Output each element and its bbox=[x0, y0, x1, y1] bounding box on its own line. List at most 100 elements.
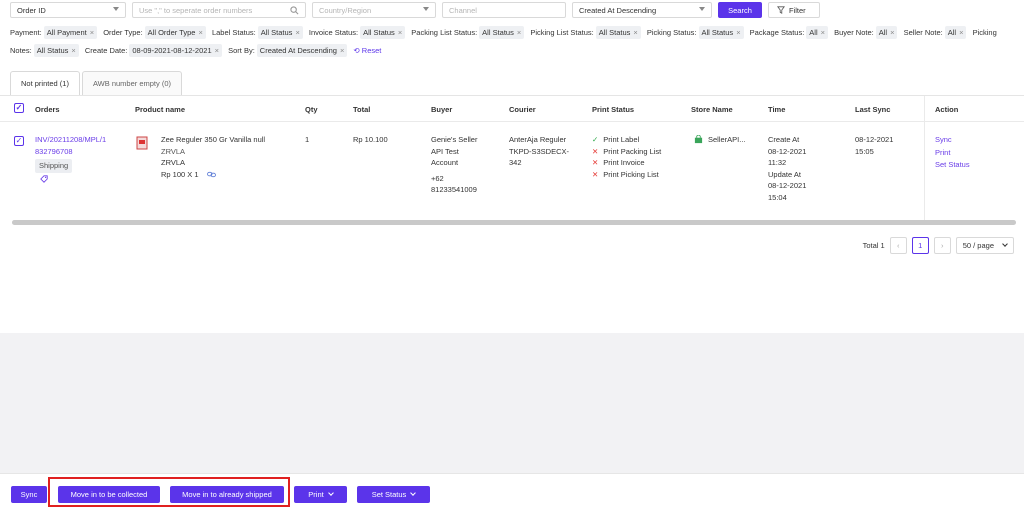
product-thumbnail bbox=[136, 136, 148, 154]
close-icon[interactable]: × bbox=[736, 28, 740, 37]
scrollbar-thumb[interactable] bbox=[12, 220, 1016, 225]
close-icon[interactable]: × bbox=[959, 28, 963, 37]
cross-icon: ✕ bbox=[592, 146, 599, 156]
print-status-label: Print Picking List bbox=[603, 169, 659, 179]
col-time: Time bbox=[768, 105, 786, 114]
bulk-print-button[interactable]: Print bbox=[294, 486, 347, 503]
chevron-down-icon bbox=[699, 7, 705, 11]
filter-chip: Created At Descending × bbox=[256, 44, 348, 57]
update-label: Update At bbox=[768, 169, 801, 179]
col-qty: Qty bbox=[305, 105, 318, 114]
order-number-placeholder: Use "," to seperate order numbers bbox=[139, 5, 253, 15]
col-total: Total bbox=[353, 105, 371, 114]
filter-chip: All Status × bbox=[595, 26, 641, 39]
filter-label: Buyer Note: bbox=[834, 28, 874, 37]
buyer-phone-number: 81233541009 bbox=[431, 185, 477, 194]
print-link[interactable]: Print bbox=[935, 147, 970, 160]
next-page-button[interactable]: › bbox=[933, 237, 951, 254]
select-all-checkbox[interactable]: ✓ bbox=[14, 103, 24, 113]
set-status-link[interactable]: Set Status bbox=[935, 159, 970, 172]
chevron-down-icon bbox=[423, 7, 429, 11]
sync-link[interactable]: Sync bbox=[935, 134, 970, 147]
close-icon[interactable]: × bbox=[633, 28, 637, 37]
sort-select[interactable]: Created At Descending bbox=[572, 2, 712, 18]
reset-filters-link[interactable]: ⟲ Reset bbox=[353, 46, 381, 55]
order-number-link-cont[interactable]: 832796708 bbox=[35, 146, 130, 158]
filter-icon bbox=[777, 6, 785, 14]
filter-label: Label Status: bbox=[211, 28, 256, 37]
close-icon[interactable]: × bbox=[340, 46, 344, 55]
close-icon[interactable]: × bbox=[821, 28, 825, 37]
order-number-input[interactable]: Use "," to seperate order numbers bbox=[132, 2, 306, 18]
prev-page-button[interactable]: ‹ bbox=[889, 237, 907, 254]
page-size-value: 50 / page bbox=[962, 241, 994, 250]
tag-icon[interactable] bbox=[40, 174, 130, 187]
col-courier: Courier bbox=[509, 105, 536, 114]
close-icon[interactable]: × bbox=[215, 46, 219, 55]
pagination: Total 1 ‹ 1 › 50 / page bbox=[863, 237, 1014, 254]
tab-not-printed[interactable]: Not printed (1) bbox=[10, 71, 80, 95]
search-bar: Order ID Use "," to seperate order numbe… bbox=[10, 2, 820, 18]
filter-chip: All × bbox=[944, 26, 967, 39]
print-status-list: ✓ Print Label ✕ Print Packing List ✕ Print In… bbox=[592, 134, 661, 180]
close-icon[interactable]: × bbox=[295, 28, 299, 37]
update-time: 15:04 bbox=[768, 192, 787, 202]
time-cell: Create At 08-12-2021 11:32 Update At 08-… bbox=[768, 134, 806, 203]
col-product: Product name bbox=[135, 105, 186, 114]
filter-chip-value: Created At Descending bbox=[259, 46, 337, 55]
buyer-phone: +62 bbox=[431, 173, 444, 183]
reset-icon: ⟲ bbox=[353, 46, 362, 55]
filter-label: Filter bbox=[789, 5, 806, 15]
filter-label: Picking List Status: bbox=[530, 28, 594, 37]
filter-chip-value: All Order Type bbox=[147, 28, 196, 37]
search-field-select[interactable]: Order ID bbox=[10, 2, 126, 18]
filter-chip: All Order Type × bbox=[144, 26, 206, 39]
reset-label: Reset bbox=[361, 46, 382, 55]
filter-chip: All Payment × bbox=[43, 26, 98, 39]
create-time: 11:32 bbox=[768, 158, 787, 167]
active-filters: Payment: All Payment × Order Type: All Orde… bbox=[10, 24, 1016, 60]
highlight-box bbox=[48, 477, 290, 507]
col-last-sync: Last Sync bbox=[855, 105, 891, 114]
order-cell: INV/20211208/MPL/1 832796708 Shipping bbox=[35, 134, 130, 186]
update-date: 08-12-2021 bbox=[768, 181, 807, 190]
total-count: Total 1 bbox=[862, 241, 885, 250]
bulk-sync-button[interactable]: Sync bbox=[11, 486, 47, 503]
tab-awb-empty[interactable]: AWB number empty (0) bbox=[81, 71, 183, 95]
close-icon[interactable]: × bbox=[198, 28, 202, 37]
close-icon[interactable]: × bbox=[398, 28, 402, 37]
search-button[interactable]: Search bbox=[718, 2, 762, 18]
chevron-down-icon bbox=[410, 490, 417, 496]
link-icon[interactable] bbox=[206, 171, 216, 178]
buyer-name-line: Genie's Seller bbox=[431, 135, 478, 144]
page-number-button[interactable]: 1 bbox=[911, 237, 929, 254]
filter-label: Create Date: bbox=[84, 46, 128, 55]
last-sync-date: 08-12-2021 bbox=[855, 135, 894, 144]
print-status-item: ✕ Print Picking List bbox=[592, 169, 661, 181]
row-checkbox[interactable]: ✓ bbox=[14, 135, 24, 147]
buyer-cell: Genie's Seller API Test Account +62 8123… bbox=[431, 134, 477, 196]
channel-select[interactable]: Channel bbox=[442, 2, 566, 18]
chevron-down-icon bbox=[113, 7, 119, 11]
print-status-label: Print Label bbox=[603, 135, 640, 144]
bulk-set-status-label: Set Status bbox=[371, 490, 407, 499]
horizontal-scrollbar[interactable] bbox=[12, 220, 1016, 225]
last-sync-cell: 08-12-2021 15:05 bbox=[855, 134, 893, 157]
filter-label: Picking Status: bbox=[646, 28, 697, 37]
check-icon: ✓ bbox=[592, 135, 599, 144]
print-status-label: Print Packing List bbox=[603, 146, 662, 156]
filter-chip: 08-09-2021-08-12-2021 × bbox=[129, 44, 223, 57]
order-number-link[interactable]: INV/20211208/MPL/1 bbox=[35, 134, 130, 146]
bulk-print-label: Print bbox=[308, 490, 324, 499]
country-select[interactable]: Country/Region bbox=[312, 2, 436, 18]
page-size-select[interactable]: 50 / page bbox=[955, 237, 1014, 254]
empty-area bbox=[0, 333, 1024, 473]
close-icon[interactable]: × bbox=[90, 28, 94, 37]
filter-chip-value: All Status bbox=[36, 46, 69, 55]
close-icon[interactable]: × bbox=[517, 28, 521, 37]
close-icon[interactable]: × bbox=[890, 28, 894, 37]
close-icon[interactable]: × bbox=[71, 46, 75, 55]
filter-button[interactable]: Filter bbox=[768, 2, 820, 18]
tracking-number-cont: 342 bbox=[509, 158, 522, 167]
bulk-set-status-button[interactable]: Set Status bbox=[357, 486, 430, 503]
